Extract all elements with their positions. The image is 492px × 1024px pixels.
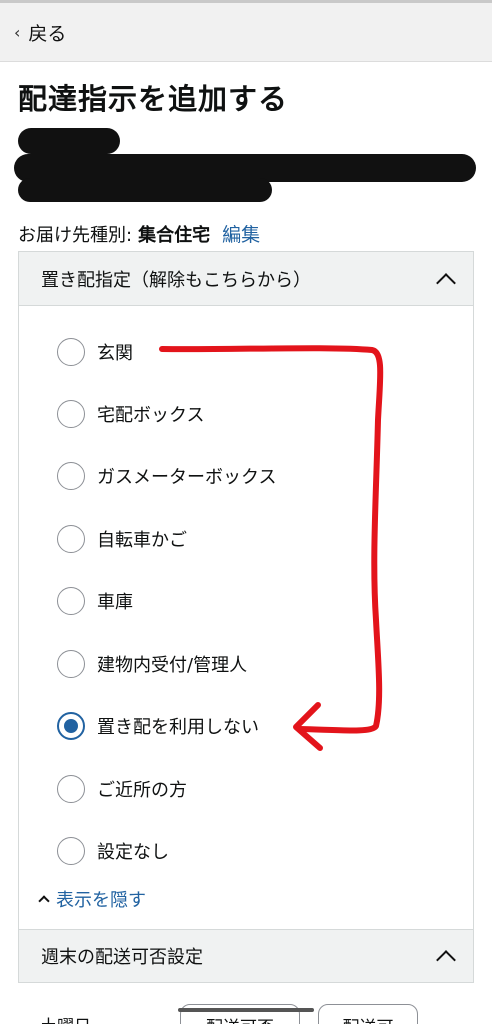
page-title: 配達指示を追加する	[18, 82, 289, 116]
radio-option-bicycle-basket[interactable]: 自転車かご	[57, 519, 187, 559]
back-bar[interactable]: ‹ 戻る	[0, 0, 492, 62]
radio-option-entrance[interactable]: 玄関	[57, 332, 133, 372]
option-label: 宅配ボックス	[97, 405, 205, 426]
chevron-up-icon[interactable]	[436, 950, 456, 970]
radio-button[interactable]	[57, 525, 85, 553]
weekend-delivery-header[interactable]: 週末の配送可否設定	[18, 929, 474, 983]
option-label: 設定なし	[97, 842, 169, 863]
safe-place-title: 置き配指定（解除もこちらから）	[41, 269, 311, 291]
saturday-delivery-option-1[interactable]: 配送可否	[180, 1004, 300, 1024]
radio-button[interactable]	[57, 775, 85, 803]
radio-button[interactable]	[57, 338, 85, 366]
radio-option-delivery-box[interactable]: 宅配ボックス	[57, 394, 204, 434]
safe-place-panel: 置き配指定（解除もこちらから） 玄関 宅配ボックス ガスメーターボックス 自転車…	[18, 251, 474, 929]
radio-option-none[interactable]: 設定なし	[57, 831, 169, 871]
redacted-address-line-1	[18, 128, 120, 154]
hide-options-link[interactable]: 表示を隠す	[38, 886, 146, 912]
weekend-delivery-title: 週末の配送可否設定	[41, 947, 203, 968]
home-indicator	[178, 1008, 314, 1012]
radio-option-garage[interactable]: 車庫	[57, 581, 133, 621]
radio-option-gas-meter-box[interactable]: ガスメーターボックス	[57, 456, 276, 496]
back-button[interactable]: 戻る	[28, 19, 66, 46]
saturday-label: 土曜日	[40, 1012, 91, 1024]
destination-type-label: お届け先種別:	[18, 225, 133, 246]
destination-type-value: 集合住宅	[138, 225, 211, 246]
chevron-up-icon	[38, 895, 50, 907]
destination-type: お届け先種別: 集合住宅 編集	[18, 220, 260, 247]
edit-link[interactable]: 編集	[222, 220, 260, 247]
option-label: 建物内受付/管理人	[97, 655, 248, 676]
radio-button[interactable]	[57, 462, 85, 490]
option-label: 車庫	[97, 592, 133, 613]
radio-button[interactable]	[57, 587, 85, 615]
radio-button-selected[interactable]	[57, 712, 85, 740]
option-label: 置き配を利用しない	[97, 717, 259, 738]
radio-button[interactable]	[57, 400, 85, 428]
option-label: 自転車かご	[97, 530, 187, 551]
chevron-up-icon[interactable]	[436, 272, 456, 293]
chevron-left-icon: ‹	[14, 22, 21, 42]
option-label: 玄関	[97, 343, 133, 364]
radio-button[interactable]	[57, 650, 85, 678]
option-label: ガスメーターボックス	[97, 467, 277, 488]
radio-option-neighbor[interactable]: ご近所の方	[57, 769, 187, 809]
radio-option-no-safe-place[interactable]: 置き配を利用しない	[57, 706, 259, 746]
saturday-delivery-option-2[interactable]: 配送可	[318, 1004, 418, 1024]
hide-options-label[interactable]: 表示を隠す	[56, 886, 146, 912]
redacted-address-line-3	[18, 178, 272, 202]
option-label: ご近所の方	[97, 780, 187, 801]
radio-option-reception[interactable]: 建物内受付/管理人	[57, 644, 247, 684]
radio-button[interactable]	[57, 837, 85, 865]
safe-place-header[interactable]: 置き配指定（解除もこちらから）	[19, 252, 473, 306]
